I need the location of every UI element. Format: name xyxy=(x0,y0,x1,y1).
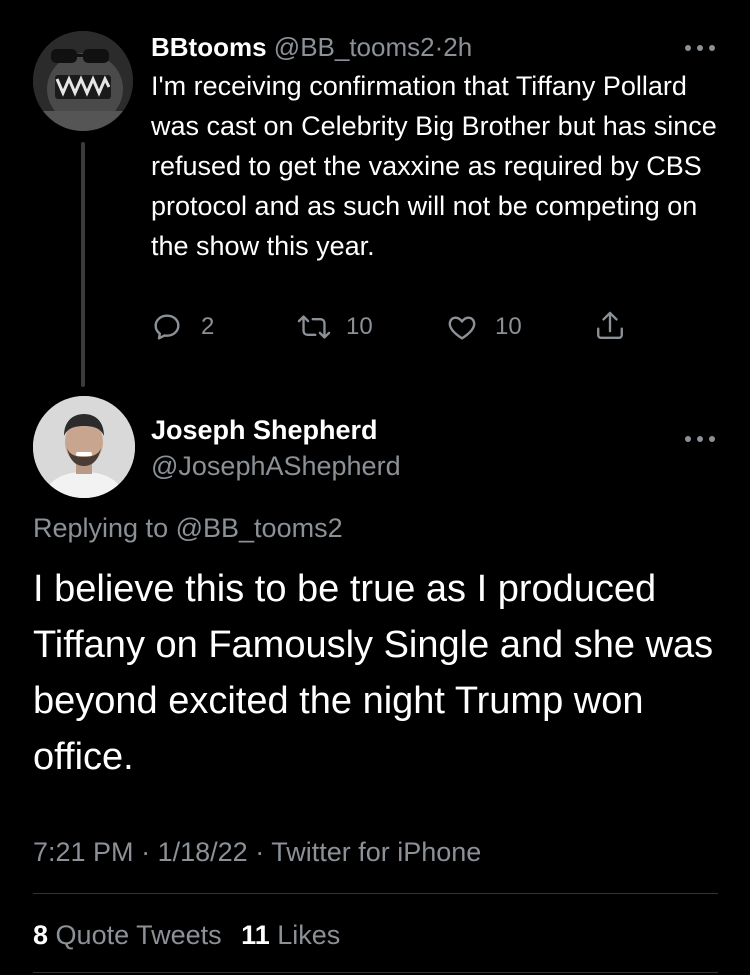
parent-tweet-header: BBtooms @BB_tooms2·2h xyxy=(151,30,472,64)
tweet-time[interactable]: 7:21 PM xyxy=(33,837,134,867)
avatar-bbtooms-image xyxy=(33,31,133,131)
replying-to-line: Replying to @BB_tooms2 xyxy=(33,509,343,547)
more-options-icon[interactable] xyxy=(683,34,717,54)
reply-action[interactable]: 2 xyxy=(151,311,214,343)
reply-display-name[interactable]: Joseph Shepherd xyxy=(151,412,378,448)
divider-bottom xyxy=(33,972,718,973)
quote-tweets-count: 8 xyxy=(33,920,49,950)
reply-tweet-meta: 7:21 PM · 1/18/22 · Twitter for iPhone xyxy=(33,832,481,872)
like-count: 10 xyxy=(495,313,522,340)
share-action[interactable] xyxy=(594,309,626,343)
reply-icon xyxy=(154,314,180,340)
reply-more-options-icon[interactable] xyxy=(683,425,717,445)
likes-stat[interactable]: 11 Likes xyxy=(241,920,340,950)
parent-display-name[interactable]: BBtooms xyxy=(151,32,267,62)
parent-timestamp[interactable]: 2h xyxy=(443,32,472,62)
share-icon xyxy=(597,311,623,339)
retweet-icon xyxy=(297,315,331,339)
reply-count: 2 xyxy=(201,313,215,340)
tweet-date[interactable]: 1/18/22 xyxy=(158,837,248,867)
reply-handle[interactable]: @JosephAShepherd xyxy=(151,448,401,484)
likes-count: 11 xyxy=(241,920,270,950)
replying-to-prefix: Replying to xyxy=(33,513,169,543)
heart-icon xyxy=(448,316,476,340)
retweet-count: 10 xyxy=(346,313,373,340)
replying-to-handle[interactable]: @BB_tooms2 xyxy=(176,513,343,543)
retweet-action[interactable]: 10 xyxy=(297,311,373,343)
meta-separator-2: · xyxy=(255,837,265,867)
like-action[interactable]: 10 xyxy=(445,311,522,343)
tweet-source[interactable]: Twitter for iPhone xyxy=(271,837,481,867)
meta-separator-1: · xyxy=(141,837,151,867)
thread-connector-line xyxy=(81,142,85,387)
avatar-joseph-shepherd[interactable] xyxy=(33,396,135,498)
engagement-stats: 8 Quote Tweets 11 Likes xyxy=(33,915,340,955)
parent-handle[interactable]: @BB_tooms2 xyxy=(274,32,435,62)
divider xyxy=(33,893,718,894)
quote-tweets-stat[interactable]: 8 Quote Tweets xyxy=(33,920,222,950)
avatar-joseph-shepherd-image xyxy=(33,396,135,498)
avatar-bbtooms[interactable] xyxy=(33,31,133,131)
parent-tweet-text: I'm receiving confirmation that Tiffany … xyxy=(151,71,717,261)
quote-tweets-label: Quote Tweets xyxy=(55,920,222,950)
parent-meta-separator: · xyxy=(434,32,444,62)
likes-label: Likes xyxy=(277,920,341,950)
reply-tweet-text: I believe this to be true as I produced … xyxy=(33,568,714,778)
